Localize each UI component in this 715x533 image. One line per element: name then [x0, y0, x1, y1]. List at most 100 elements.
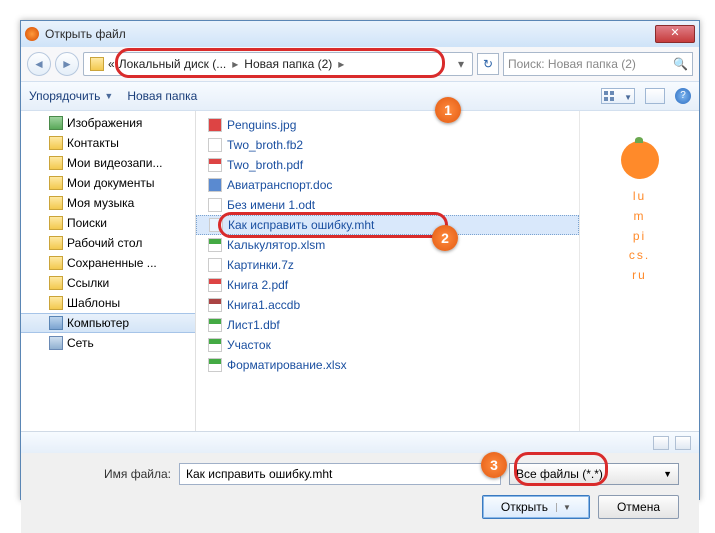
file-icon [208, 198, 222, 212]
chevron-right-icon: ▸ [336, 57, 346, 71]
folder-icon [49, 276, 63, 290]
help-button[interactable]: ? [675, 88, 691, 104]
folder-icon [49, 196, 63, 210]
file-name: Авиатранспорт.doc [227, 178, 332, 192]
file-icon [208, 238, 222, 252]
file-row[interactable]: Авиатранспорт.doc [196, 175, 579, 195]
tree-node[interactable]: Изображения [21, 113, 195, 133]
search-icon: 🔍 [673, 57, 688, 71]
file-name: Penguins.jpg [227, 118, 296, 132]
file-row[interactable]: Two_broth.fb2 [196, 135, 579, 155]
breadcrumb[interactable]: « Локальный диск (... ▸ Новая папка (2) … [83, 52, 473, 76]
search-input[interactable]: Поиск: Новая папка (2) 🔍 [503, 52, 693, 76]
button-row: Открыть ▼ Отмена [21, 489, 699, 533]
folder-tree[interactable]: Изображения Контакты Мои видеозапи... Мои д… [21, 111, 196, 431]
drive-icon [90, 57, 104, 71]
folder-icon [49, 216, 63, 230]
view-mode-button[interactable]: ▼ [601, 88, 635, 104]
file-icon [208, 358, 222, 372]
close-button[interactable]: ✕ [655, 25, 695, 43]
file-row[interactable]: Картинки.7z [196, 255, 579, 275]
tree-node[interactable]: Рабочий стол [21, 233, 195, 253]
tree-node[interactable]: Моя музыка [21, 193, 195, 213]
cancel-button[interactable]: Отмена [598, 495, 679, 519]
file-row[interactable]: Лист1.dbf [196, 315, 579, 335]
file-open-dialog: Открыть файл ✕ ◄ ► « Локальный диск (...… [20, 20, 700, 500]
folder-icon [49, 336, 63, 350]
tiles-view-icon[interactable] [675, 436, 691, 450]
file-row[interactable]: Без имени 1.odt [196, 195, 579, 215]
tree-node[interactable]: Сеть [21, 333, 195, 353]
forward-button[interactable]: ► [55, 52, 79, 76]
file-row[interactable]: Участок [196, 335, 579, 355]
tree-node[interactable]: Компьютер [21, 313, 195, 333]
file-name: Форматирование.xlsx [227, 358, 347, 372]
organize-button[interactable]: Упорядочить▼ [29, 89, 113, 103]
file-row[interactable]: Книга1.accdb [196, 295, 579, 315]
refresh-button[interactable]: ↻ [477, 53, 499, 75]
tree-label: Мои видеозапи... [67, 156, 163, 170]
tree-node[interactable]: Поиски [21, 213, 195, 233]
file-icon [209, 218, 223, 232]
breadcrumb-root: « [108, 57, 115, 71]
file-name: Картинки.7z [227, 258, 294, 272]
file-row[interactable]: Как исправить ошибку.mht [196, 215, 579, 235]
preview-pane-button[interactable] [645, 88, 665, 104]
tree-label: Контакты [67, 136, 119, 150]
folder-icon [49, 176, 63, 190]
chevron-down-icon: ▼ [104, 91, 113, 101]
tree-label: Поиски [67, 216, 107, 230]
folder-icon [49, 296, 63, 310]
folder-icon [49, 256, 63, 270]
breadcrumb-seg2[interactable]: Новая папка (2) [244, 57, 332, 71]
breadcrumb-dropdown-icon[interactable]: ▾ [456, 57, 466, 71]
search-placeholder: Поиск: Новая папка (2) [508, 57, 636, 71]
file-row[interactable]: Книга 2.pdf [196, 275, 579, 295]
file-icon [208, 298, 222, 312]
titlebar: Открыть файл ✕ [21, 21, 699, 47]
file-name: Как исправить ошибку.mht [228, 218, 374, 232]
file-filter-dropdown[interactable]: Все файлы (*.*) ▼ [509, 463, 679, 485]
tree-node[interactable]: Мои видеозапи... [21, 153, 195, 173]
filename-label: Имя файла: [41, 467, 171, 481]
details-view-icon[interactable] [653, 436, 669, 450]
back-button[interactable]: ◄ [27, 52, 51, 76]
folder-icon [49, 156, 63, 170]
tree-node[interactable]: Контакты [21, 133, 195, 153]
file-name: Книга 2.pdf [227, 278, 288, 292]
open-button[interactable]: Открыть ▼ [482, 495, 590, 519]
file-icon [208, 278, 222, 292]
new-folder-button[interactable]: Новая папка [127, 89, 197, 103]
tree-label: Шаблоны [67, 296, 120, 310]
file-name: Лист1.dbf [227, 318, 280, 332]
file-icon [208, 138, 222, 152]
tree-label: Моя музыка [67, 196, 134, 210]
window-title: Открыть файл [45, 27, 655, 41]
file-list[interactable]: Penguins.jpg Two_broth.fb2Two_broth.pdf Ав… [196, 111, 579, 431]
preview-pane: lu m pi cs. ru [579, 111, 699, 431]
file-icon [208, 318, 222, 332]
file-row[interactable]: Форматирование.xlsx [196, 355, 579, 375]
firefox-icon [25, 27, 39, 41]
file-row[interactable]: Калькулятор.xlsm [196, 235, 579, 255]
folder-icon [49, 136, 63, 150]
file-row[interactable]: Penguins.jpg [196, 115, 579, 135]
tree-label: Ссылки [67, 276, 109, 290]
file-name: Калькулятор.xlsm [227, 238, 325, 252]
tree-node[interactable]: Шаблоны [21, 293, 195, 313]
tree-node[interactable]: Ссылки [21, 273, 195, 293]
tree-node[interactable]: Мои документы [21, 173, 195, 193]
file-icon [208, 178, 222, 192]
file-icon [208, 338, 222, 352]
tree-label: Сохраненные ... [67, 256, 157, 270]
tree-label: Мои документы [67, 176, 154, 190]
chevron-down-icon: ▼ [663, 469, 672, 479]
folder-icon [49, 116, 63, 130]
status-bar [21, 431, 699, 453]
breadcrumb-seg1[interactable]: Локальный диск (... [119, 57, 227, 71]
file-name: Книга1.accdb [227, 298, 300, 312]
chevron-down-icon: ▼ [556, 503, 571, 512]
filename-input[interactable] [179, 463, 501, 485]
tree-node[interactable]: Сохраненные ... [21, 253, 195, 273]
file-row[interactable]: Two_broth.pdf [196, 155, 579, 175]
